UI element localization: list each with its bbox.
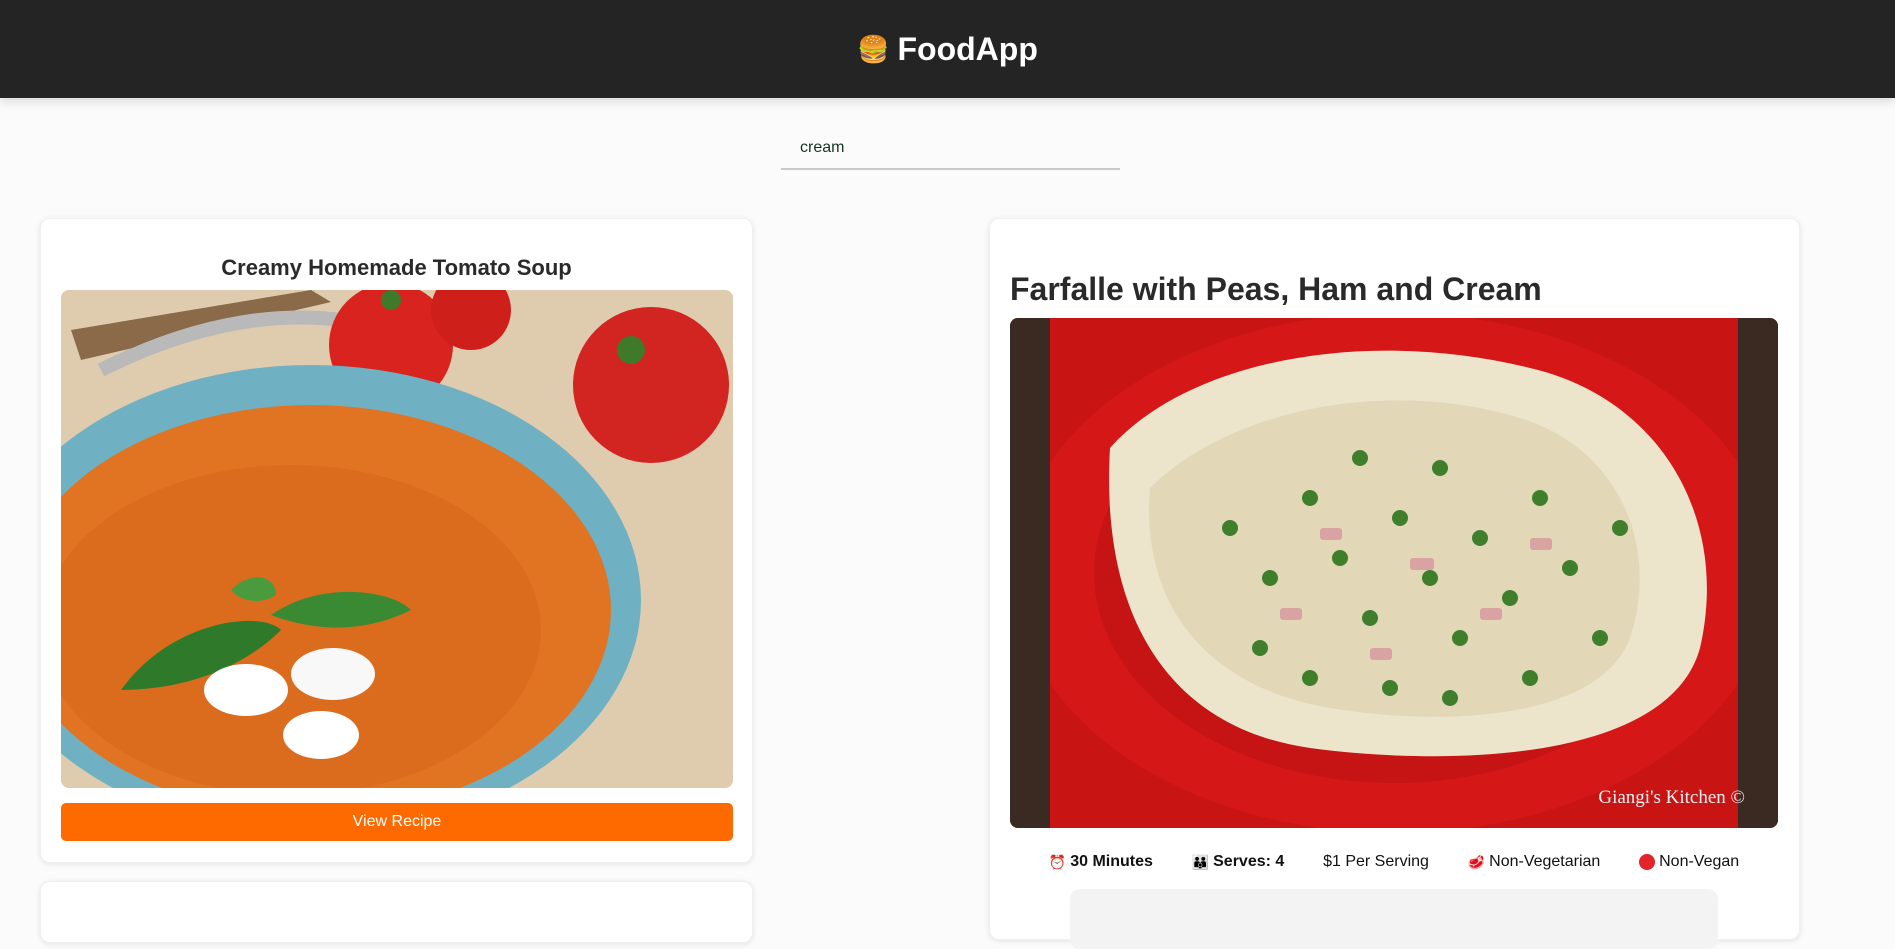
view-recipe-button[interactable]: View Recipe [61,803,733,841]
meat-icon: 🥩 [1467,854,1486,870]
servings-value: Serves: 4 [1213,853,1285,870]
recipe-card-title: Creamy Homemade Tomato Soup [221,255,572,280]
search-input[interactable] [781,130,1120,166]
recipe-meta: ⏰ 30 Minutes 👪 Serves: 4 $1 Per Serving … [1010,850,1778,874]
photo-watermark: Giangi's Kitchen © [1598,787,1745,808]
farfalle-pasta-image: Giangi's Kitchen © [1010,318,1778,828]
app-logo[interactable]: 🍔 FoodApp [857,31,1038,68]
cook-time: ⏰ 30 Minutes [1049,853,1153,871]
price-per-serving: $1 Per Serving [1323,853,1429,871]
diet-type-label: Non-Vegetarian [1489,853,1601,870]
app-header: 🍔 FoodApp [0,0,1895,98]
app-title: FoodApp [897,30,1038,67]
diet-type: 🥩 Non-Vegetarian [1468,853,1601,871]
price-value: $1 Per Serving [1323,853,1429,870]
tomato-soup-image [61,290,733,788]
recipe-card: Creamy Homemade Tomato Soup View Recipe [40,218,753,863]
search-container [781,130,1120,170]
servings: 👪 Serves: 4 [1192,853,1285,871]
vegan-status: Non-Vegan [1639,853,1739,871]
cook-time-value: 30 Minutes [1070,853,1153,870]
red-circle-icon [1639,854,1656,870]
recipe-detail-title: Farfalle with Peas, Ham and Cream [1010,271,1542,307]
recipe-summary-box [1070,889,1718,949]
vegan-status-label: Non-Vegan [1659,853,1740,870]
people-icon: 👪 [1191,854,1210,870]
recipe-detail-card: Farfalle with Peas, Ham and Cream Giangi… [989,218,1800,949]
alarm-clock-icon: ⏰ [1048,854,1067,870]
recipe-card [40,881,753,943]
burger-icon: 🍔 [857,34,890,64]
